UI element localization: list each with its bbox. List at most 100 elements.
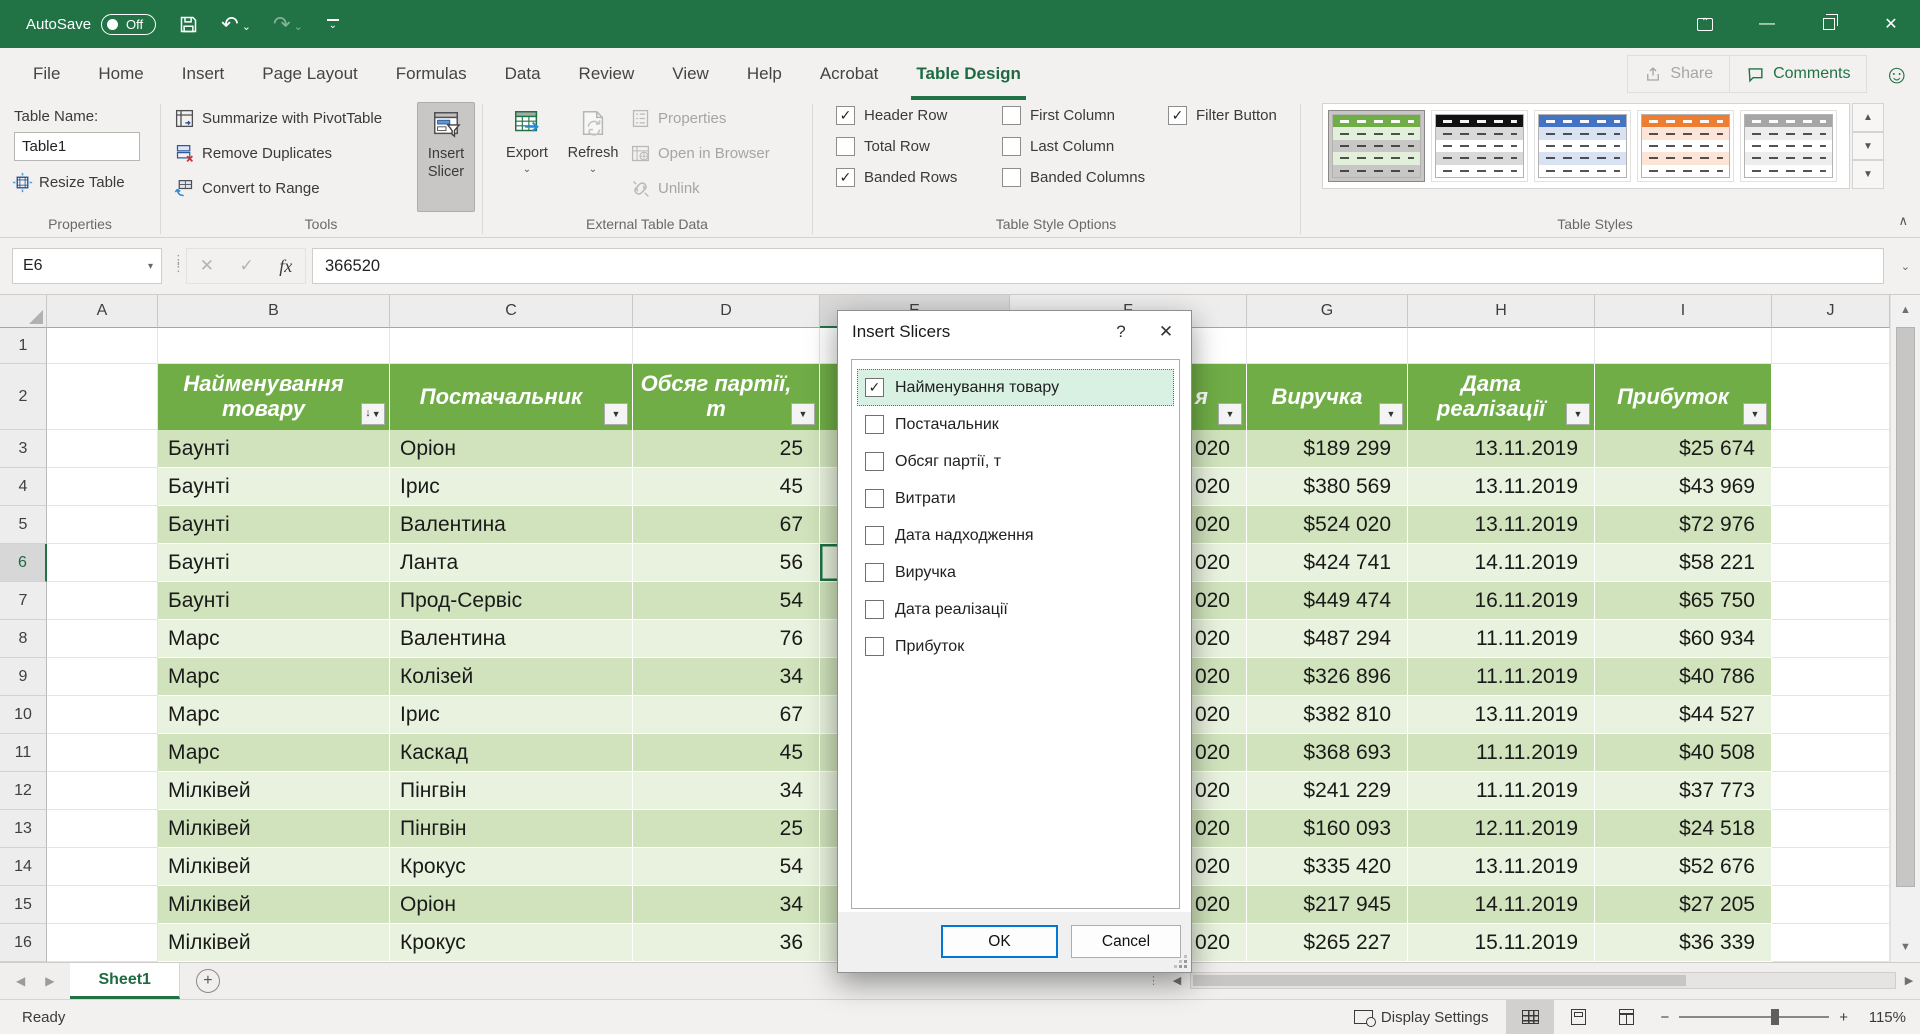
cell-revenue-6[interactable]: $424 741	[1247, 544, 1408, 582]
row-header-13[interactable]: 13	[0, 810, 47, 848]
tab-table-design[interactable]: Table Design	[897, 48, 1040, 100]
cell-sale-date-11[interactable]: 11.11.2019	[1408, 734, 1595, 772]
cell-C1[interactable]	[390, 328, 633, 364]
cell-product-7[interactable]: Баунті	[158, 582, 390, 620]
cancel-button[interactable]: Cancel	[1071, 925, 1181, 958]
tab-split-handle[interactable]: ⋮	[1148, 974, 1160, 987]
table-style-gray[interactable]	[1740, 110, 1837, 182]
hscroll-track[interactable]	[1190, 972, 1896, 989]
column-header-I[interactable]: I	[1595, 295, 1772, 328]
cell-J15[interactable]	[1772, 886, 1890, 924]
column-header-C[interactable]: C	[390, 295, 633, 328]
cell-revenue-9[interactable]: $326 896	[1247, 658, 1408, 696]
row-header-14[interactable]: 14	[0, 848, 47, 886]
row-header-6[interactable]: 6	[0, 544, 47, 582]
column-header-H[interactable]: H	[1408, 295, 1595, 328]
hscroll-left-icon[interactable]: ◀	[1166, 974, 1188, 987]
cell-J11[interactable]	[1772, 734, 1890, 772]
slicer-option-дата-реалізації[interactable]: Дата реалізації	[857, 591, 1174, 628]
page-break-view-button[interactable]	[1602, 1000, 1650, 1034]
dialog-title-bar[interactable]: Insert Slicers ? ✕	[838, 311, 1191, 353]
table-style-black[interactable]	[1431, 110, 1528, 182]
cell-profit-13[interactable]: $24 518	[1595, 810, 1772, 848]
close-button[interactable]: ✕	[1868, 4, 1914, 44]
cell-A2[interactable]	[47, 364, 158, 430]
cell-profit-11[interactable]: $40 508	[1595, 734, 1772, 772]
resize-table-button[interactable]: Resize Table	[12, 172, 125, 193]
dialog-close-button[interactable]: ✕	[1141, 311, 1191, 353]
slicer-option-виручка[interactable]: Виручка	[857, 554, 1174, 591]
cell-product-10[interactable]: Марс	[158, 696, 390, 734]
cell-A9[interactable]	[47, 658, 158, 696]
select-all-corner[interactable]	[0, 295, 47, 328]
zoom-slider[interactable]	[1679, 1016, 1829, 1018]
display-settings-button[interactable]: Display Settings	[1336, 1009, 1507, 1026]
checkbox-filter-button[interactable]: ✓Filter Button	[1168, 106, 1320, 125]
undo-button[interactable]: ↶ ⌄	[221, 14, 251, 35]
name-box-dropdown-icon[interactable]: ▾	[148, 261, 153, 272]
header-product[interactable]: Найменування товару↓▼	[158, 364, 390, 430]
comments-button[interactable]: Comments	[1730, 55, 1867, 93]
expand-formula-bar-icon[interactable]: ⌄	[1901, 260, 1910, 273]
cell-J9[interactable]	[1772, 658, 1890, 696]
cell-A15[interactable]	[47, 886, 158, 924]
column-header-D[interactable]: D	[633, 295, 820, 328]
cell-revenue-3[interactable]: $189 299	[1247, 430, 1408, 468]
slicer-option-витрати[interactable]: Витрати	[857, 480, 1174, 517]
cell-supplier-4[interactable]: Ірис	[390, 468, 633, 506]
cell-I1[interactable]	[1595, 328, 1772, 364]
cell-profit-16[interactable]: $36 339	[1595, 924, 1772, 962]
cell-sale-date-14[interactable]: 13.11.2019	[1408, 848, 1595, 886]
header-profit[interactable]: Прибуток▼	[1595, 364, 1772, 430]
hscroll-thumb[interactable]	[1193, 975, 1686, 986]
header-sale-date[interactable]: Дата реалізації▼	[1408, 364, 1595, 430]
save-button[interactable]	[178, 14, 199, 35]
row-header-12[interactable]: 12	[0, 772, 47, 810]
slicer-option-обсяг-партії-т[interactable]: Обсяг партії, т	[857, 443, 1174, 480]
cell-A1[interactable]	[47, 328, 158, 364]
insert-slicer-button[interactable]: Insert Slicer	[417, 102, 475, 212]
row-header-5[interactable]: 5	[0, 506, 47, 544]
row-header-3[interactable]: 3	[0, 430, 47, 468]
cell-sale-date-15[interactable]: 14.11.2019	[1408, 886, 1595, 924]
row-header-15[interactable]: 15	[0, 886, 47, 924]
cell-A14[interactable]	[47, 848, 158, 886]
cell-J5[interactable]	[1772, 506, 1890, 544]
column-header-G[interactable]: G	[1247, 295, 1408, 328]
gallery-more-button[interactable]: ▼	[1852, 160, 1884, 189]
filter-button[interactable]: ▼	[1218, 403, 1242, 425]
checkbox-total-row[interactable]: Total Row	[836, 137, 988, 156]
column-header-A[interactable]: A	[47, 295, 158, 328]
cell-A16[interactable]	[47, 924, 158, 962]
cell-supplier-8[interactable]: Валентина	[390, 620, 633, 658]
slicer-option-прибуток[interactable]: Прибуток	[857, 628, 1174, 665]
convert-to-range-button[interactable]: Convert to Range	[174, 178, 320, 199]
cell-revenue-10[interactable]: $382 810	[1247, 696, 1408, 734]
cell-J3[interactable]	[1772, 430, 1890, 468]
cell-volume-16[interactable]: 36	[633, 924, 820, 962]
row-header-2[interactable]: 2	[0, 364, 47, 430]
filter-button[interactable]: ▼	[791, 403, 815, 425]
cell-supplier-7[interactable]: Прод-Сервіс	[390, 582, 633, 620]
cell-H1[interactable]	[1408, 328, 1595, 364]
cell-sale-date-10[interactable]: 13.11.2019	[1408, 696, 1595, 734]
undo-dropdown-icon[interactable]: ⌄	[242, 22, 251, 33]
cell-revenue-12[interactable]: $241 229	[1247, 772, 1408, 810]
cell-volume-10[interactable]: 67	[633, 696, 820, 734]
cell-volume-6[interactable]: 56	[633, 544, 820, 582]
table-style-green[interactable]	[1328, 110, 1425, 182]
cell-A11[interactable]	[47, 734, 158, 772]
cell-revenue-13[interactable]: $160 093	[1247, 810, 1408, 848]
sheet-nav-right-icon[interactable]: ▶	[45, 974, 54, 988]
row-header-11[interactable]: 11	[0, 734, 47, 772]
cell-profit-9[interactable]: $40 786	[1595, 658, 1772, 696]
remove-duplicates-button[interactable]: Remove Duplicates	[174, 143, 332, 164]
formula-bar-divider[interactable]: ⋮⋮	[172, 256, 178, 270]
cell-sale-date-9[interactable]: 11.11.2019	[1408, 658, 1595, 696]
cell-supplier-13[interactable]: Пінгвін	[390, 810, 633, 848]
slicer-option-постачальник[interactable]: Постачальник	[857, 406, 1174, 443]
cell-supplier-6[interactable]: Ланта	[390, 544, 633, 582]
column-header-B[interactable]: B	[158, 295, 390, 328]
cell-A3[interactable]	[47, 430, 158, 468]
cell-volume-14[interactable]: 54	[633, 848, 820, 886]
